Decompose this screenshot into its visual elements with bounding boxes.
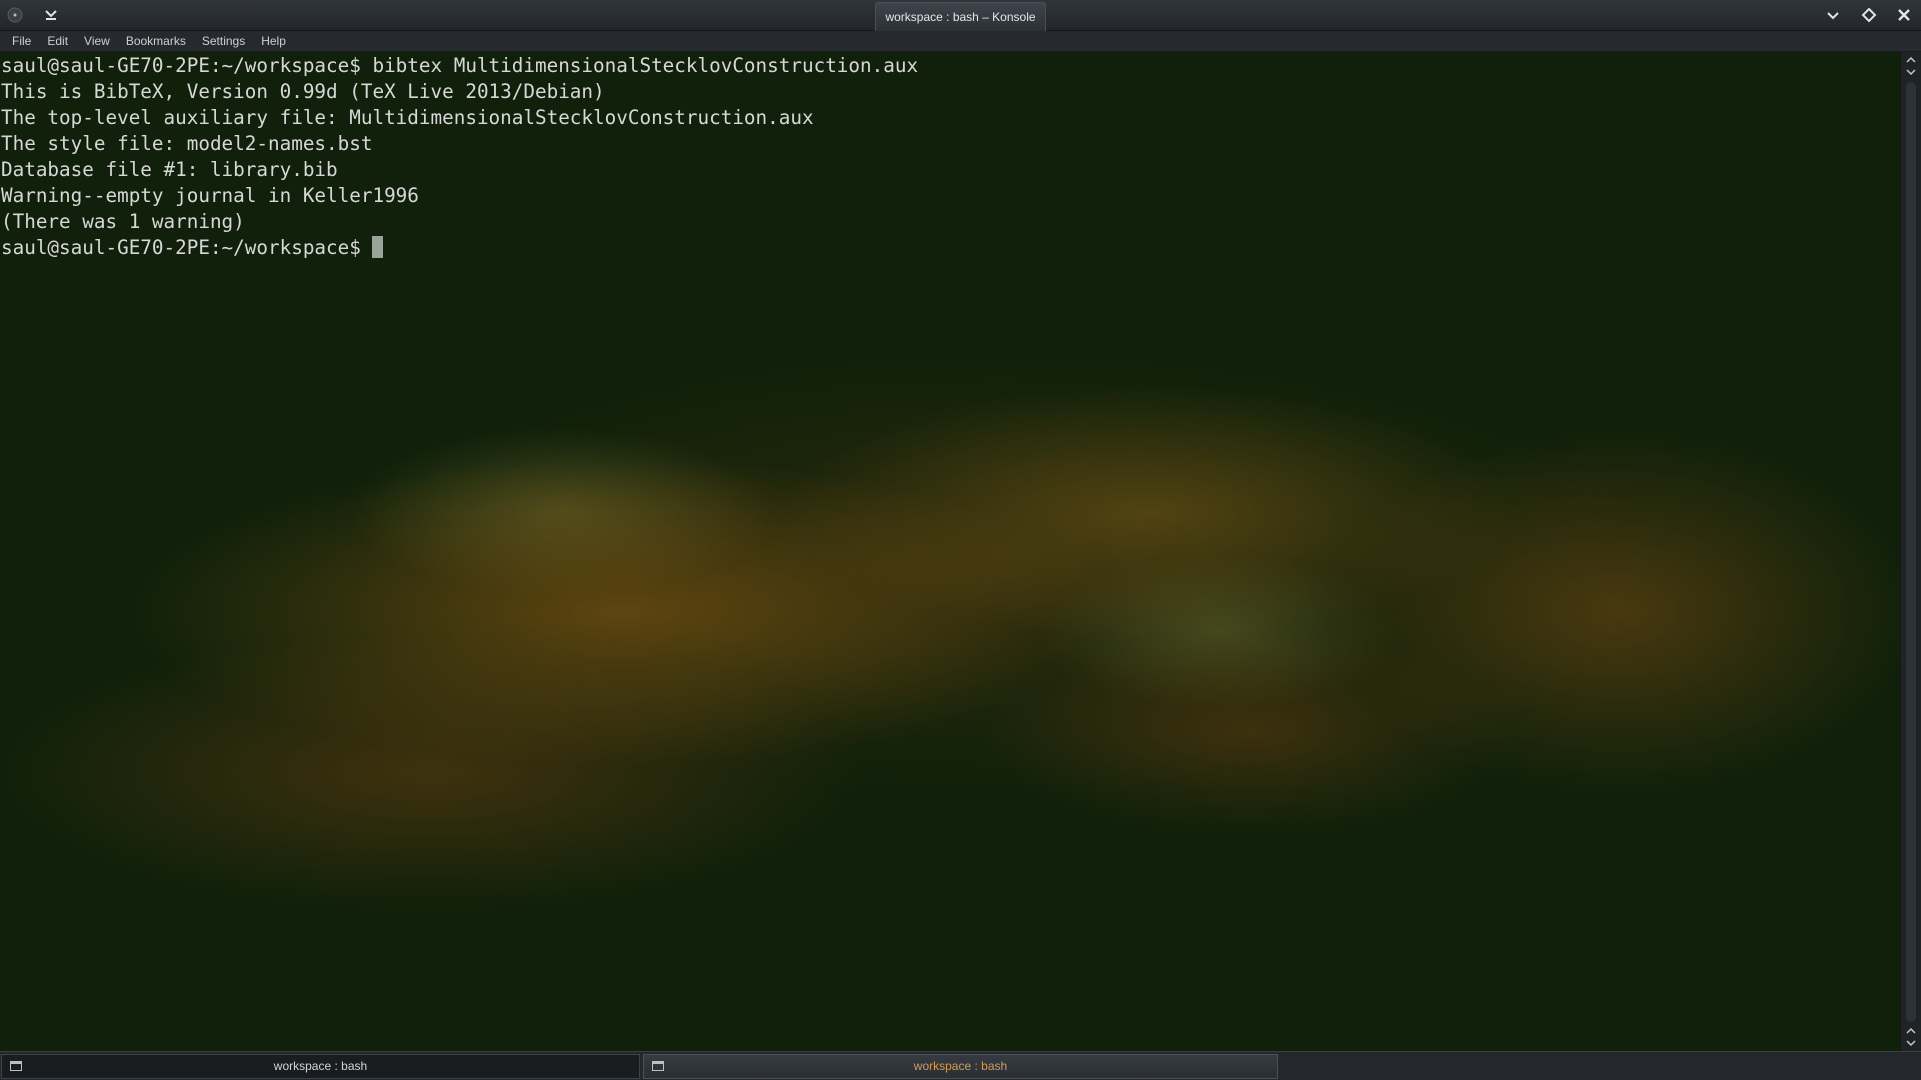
session-tab-label: workspace : bash	[913, 1059, 1008, 1073]
menu-bookmarks[interactable]: Bookmarks	[118, 34, 194, 48]
terminal-line: This is BibTeX, Version 0.99d (TeX Live …	[1, 80, 605, 103]
terminal-line: (There was 1 warning)	[1, 210, 245, 233]
keep-below-icon[interactable]	[40, 4, 62, 26]
maximize-icon[interactable]	[1858, 4, 1880, 26]
session-tab-bar: workspace : bash workspace : bash	[0, 1051, 1921, 1080]
menu-settings[interactable]: Settings	[194, 34, 253, 48]
terminal-line: Warning--empty journal in Keller1996	[1, 184, 419, 207]
terminal-line: The top-level auxiliary file: Multidimen…	[1, 106, 814, 129]
terminal-line: The style file: model2-names.bst	[1, 132, 373, 155]
text-cursor	[372, 236, 384, 258]
menu-view[interactable]: View	[76, 34, 118, 48]
terminal-tab-icon	[10, 1061, 22, 1071]
menu-edit[interactable]: Edit	[39, 34, 76, 48]
session-tab-label: workspace : bash	[273, 1059, 368, 1073]
terminal-tab-icon	[652, 1061, 664, 1071]
menu-file[interactable]: File	[4, 34, 39, 48]
close-icon[interactable]	[1893, 4, 1915, 26]
terminal-view[interactable]: saul@saul-GE70-2PE:~/workspace$ bibtex M…	[0, 52, 1900, 1051]
terminal-output: saul@saul-GE70-2PE:~/workspace$ bibtex M…	[1, 53, 918, 261]
terminal-prompt: saul@saul-GE70-2PE:~/workspace$	[1, 236, 373, 259]
vertical-scrollbar[interactable]	[1900, 52, 1921, 1051]
terminal-line: Database file #1: library.bib	[1, 158, 338, 181]
terminal-prompt-line[interactable]: saul@saul-GE70-2PE:~/workspace$	[1, 235, 918, 261]
konsole-window: workspace : bash – Konsole File Edit Vie…	[0, 0, 1921, 1080]
session-tab[interactable]: workspace : bash	[1, 1054, 640, 1079]
title-bar[interactable]: workspace : bash – Konsole	[0, 0, 1921, 31]
scroll-down-icon[interactable]	[1901, 1025, 1921, 1049]
menu-bar: File Edit View Bookmarks Settings Help	[0, 31, 1921, 52]
window-title: workspace : bash – Konsole	[875, 2, 1046, 31]
scrollbar-handle[interactable]	[1906, 82, 1916, 1022]
session-tab-active[interactable]: workspace : bash	[643, 1054, 1278, 1079]
minimize-icon[interactable]	[1822, 4, 1844, 26]
menu-help[interactable]: Help	[253, 34, 294, 48]
scroll-up-icon[interactable]	[1901, 54, 1921, 78]
window-menu-icon[interactable]	[4, 4, 26, 26]
terminal-line: saul@saul-GE70-2PE:~/workspace$ bibtex M…	[1, 54, 919, 77]
